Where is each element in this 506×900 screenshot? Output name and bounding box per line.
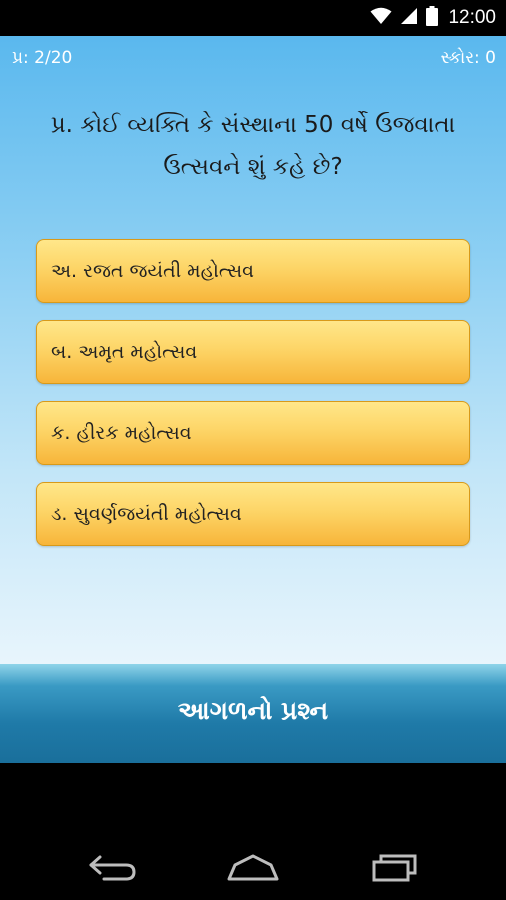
option-d-button[interactable]: ડ. સુવર્ણજયંતી મહોત્સવ <box>36 482 470 546</box>
answer-options: અ. રજત જયંતી મહોત્સવ બ. અમૃત મહોત્સવ ક. … <box>36 239 470 563</box>
signal-icon <box>400 7 418 29</box>
screen: 12:00 પ્ર: 2/20 સ્કોર: 0 પ્ર. કોઈ વ્યક્ત… <box>0 0 506 900</box>
option-label: ડ. સુવર્ણજયંતી મહોત્સવ <box>51 503 242 525</box>
option-a-button[interactable]: અ. રજત જયંતી મહોત્સવ <box>36 239 470 303</box>
battery-icon <box>426 6 439 30</box>
score-label: સ્કોર: 0 <box>440 48 496 68</box>
home-icon <box>226 853 280 885</box>
navigation-bar <box>0 763 506 900</box>
quiz-screen: પ્ર: 2/20 સ્કોર: 0 પ્ર. કોઈ વ્યક્તિ કે સ… <box>0 36 506 664</box>
status-time: 12:00 <box>448 7 496 28</box>
option-label: બ. અમૃત મહોત્સવ <box>51 341 198 363</box>
option-c-button[interactable]: ક. હીરક મહોત્સવ <box>36 401 470 465</box>
question-text: પ્ર. કોઈ વ્યક્તિ કે સંસ્થાના 50 વર્ષે ઉજ… <box>50 112 456 180</box>
recents-button[interactable] <box>360 849 430 889</box>
question-counter: પ્ર: 2/20 <box>12 48 73 68</box>
wifi-icon <box>370 7 392 29</box>
back-button[interactable] <box>78 849 148 889</box>
status-icons: 12:00 <box>370 0 496 36</box>
recents-icon <box>370 852 420 886</box>
next-question-button[interactable]: આગળનો પ્રશ્ન <box>0 664 506 763</box>
option-label: ક. હીરક મહોત્સવ <box>51 422 192 444</box>
option-label: અ. રજત જયંતી મહોત્સવ <box>51 260 255 282</box>
status-bar: 12:00 <box>0 0 506 36</box>
next-question-label: આગળનો પ્રશ્ન <box>177 695 329 725</box>
option-b-button[interactable]: બ. અમૃત મહોત્સવ <box>36 320 470 384</box>
quiz-header: પ્ર: 2/20 સ્કોર: 0 <box>0 48 506 74</box>
home-button[interactable] <box>218 849 288 889</box>
back-icon <box>88 853 138 885</box>
